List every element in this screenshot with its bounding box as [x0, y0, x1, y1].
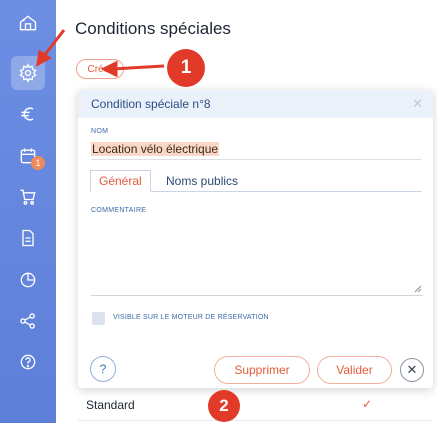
- name-value: Location vélo électrique: [91, 141, 220, 156]
- tab-general[interactable]: Général: [90, 170, 151, 192]
- booking-engine-label: VISIBLE SUR LE MOTEUR DE RÉSERVATION: [113, 314, 269, 321]
- name-label: NOM: [91, 128, 109, 135]
- resize-handle-icon[interactable]: [414, 285, 422, 293]
- sidebar: 1: [0, 0, 56, 423]
- share-icon[interactable]: [11, 304, 45, 338]
- modal-header: Condition spéciale n°8 ✕: [78, 90, 433, 118]
- comment-textarea[interactable]: [91, 218, 423, 296]
- delete-button[interactable]: Supprimer: [214, 356, 310, 384]
- close-button[interactable]: ✕: [400, 358, 424, 382]
- row-label-standard: Standard: [86, 398, 135, 412]
- app-root: 1 Conditions spéciales Créer 1 Condition…: [0, 0, 437, 423]
- help-button[interactable]: ?: [90, 356, 116, 382]
- gear-icon[interactable]: [11, 56, 45, 90]
- cart-icon[interactable]: [11, 180, 45, 214]
- comment-label: COMMENTAIRE: [91, 207, 147, 214]
- name-field[interactable]: Location vélo électrique: [91, 138, 421, 160]
- booking-engine-checkbox[interactable]: [92, 312, 105, 325]
- document-icon[interactable]: [11, 221, 45, 255]
- validate-button[interactable]: Valider: [317, 356, 392, 384]
- annotation-badge-1: 1: [167, 49, 205, 87]
- close-icon[interactable]: ✕: [412, 96, 423, 112]
- tab-public-names[interactable]: Noms publics: [158, 170, 246, 192]
- create-button[interactable]: Créer: [76, 59, 124, 79]
- divider: [78, 420, 433, 421]
- help-icon[interactable]: [11, 345, 45, 379]
- euro-icon[interactable]: [11, 97, 45, 131]
- check-icon: ✓: [362, 397, 373, 411]
- home-icon[interactable]: [11, 6, 45, 40]
- annotation-badge-2: 2: [208, 390, 240, 422]
- pie-chart-icon[interactable]: [11, 263, 45, 297]
- page-title: Conditions spéciales: [75, 19, 231, 38]
- special-condition-modal: Condition spéciale n°8 ✕ NOM Location vé…: [78, 90, 433, 388]
- notification-badge: 1: [31, 156, 45, 170]
- tab-bar: Général Noms publics: [90, 170, 422, 192]
- modal-title: Condition spéciale n°8: [91, 97, 211, 111]
